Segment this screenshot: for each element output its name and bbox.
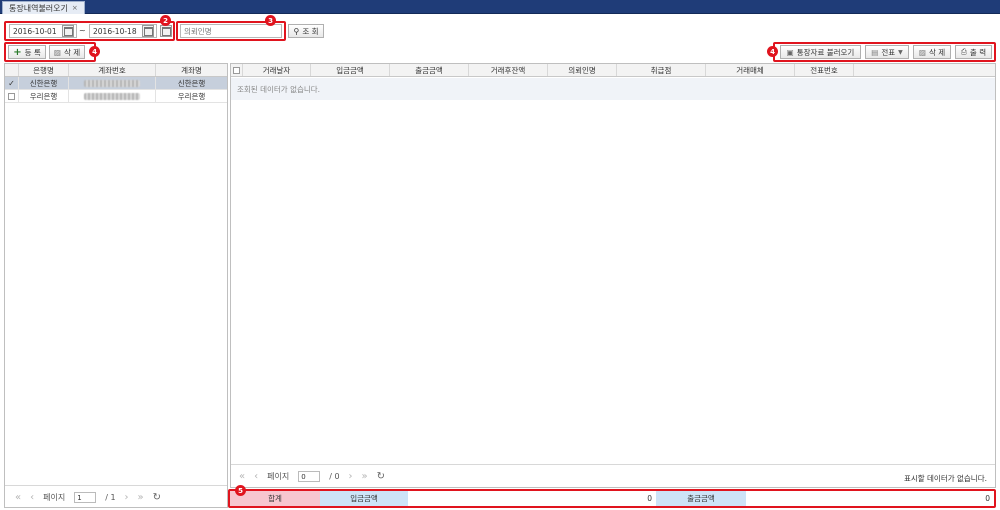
add-button[interactable]: + 등 록 xyxy=(8,45,46,59)
header-deposit: 입금금액 xyxy=(311,64,390,76)
summary-bar: 합계 입금금액 0 출금금액 0 xyxy=(228,489,996,508)
import-button-label: 통장자료 불러오기 xyxy=(796,47,855,57)
withdraw-total: 0 xyxy=(985,494,990,503)
import-icon: ▣ xyxy=(786,47,794,57)
pager-divider xyxy=(231,464,995,465)
account-number-blurred xyxy=(69,90,156,102)
chevron-down-icon: ▼ xyxy=(898,48,903,56)
transaction-panel: 거래날자 입금금액 출금금액 거래후잔액 의뢰인명 취급점 거래매체 전표번호 … xyxy=(230,63,996,488)
first-page-icon[interactable]: « xyxy=(15,492,21,503)
next-page-icon[interactable]: › xyxy=(125,492,129,503)
pager-label: 페이지 xyxy=(43,493,66,502)
print-button[interactable]: ⎙ 출 력 xyxy=(955,45,992,59)
badge-5: 5 xyxy=(235,485,246,496)
bank-cell: 우리은행 xyxy=(19,90,69,102)
left-pager: « ‹ 페이지 / 1 › » ↻ xyxy=(15,492,161,503)
header-branch: 취급점 xyxy=(617,64,706,76)
search-button-label: 조 회 xyxy=(302,26,319,36)
date-separator: ~ xyxy=(79,26,86,35)
search-button[interactable]: ⚲ 조 회 xyxy=(288,24,324,38)
header-date: 거래날자 xyxy=(243,64,311,76)
badge-4-right: 4 xyxy=(767,46,778,57)
delete-tx-button[interactable]: ▨ 삭 제 xyxy=(913,45,951,59)
withdraw-label: 출금금액 xyxy=(656,491,746,506)
prev-page-icon[interactable]: ‹ xyxy=(30,492,34,503)
search-icon: ⚲ xyxy=(293,26,300,36)
requester-input[interactable] xyxy=(180,24,282,38)
trash-icon: ▨ xyxy=(918,47,926,57)
first-page-icon[interactable]: « xyxy=(239,471,245,482)
import-statement-button[interactable]: ▣ 통장자료 불러오기 xyxy=(780,45,861,59)
badge-3: 3 xyxy=(265,15,276,26)
table-row[interactable]: 우리은행 우리은행 xyxy=(5,90,227,103)
refresh-icon[interactable]: ↻ xyxy=(377,471,385,482)
trash-icon: ▨ xyxy=(53,47,61,57)
account-name-cell: 신한은행 xyxy=(177,78,206,88)
row-checkbox[interactable]: ✓ xyxy=(5,77,19,89)
bank-table-header: 은행명 계좌번호 계좌명 xyxy=(5,64,227,77)
date-to-value: 2016-10-18 xyxy=(93,26,137,36)
app-window: 통장내역불러오기 × 2016-10-01 ~ 2016-10-18 2 3 ⚲… xyxy=(0,0,1000,510)
pager-total: / 0 xyxy=(329,472,340,481)
deposit-total: 0 xyxy=(647,494,652,503)
header-balance: 거래후잔액 xyxy=(469,64,548,76)
header-filler xyxy=(854,64,995,76)
delete-bank-label: 삭 제 xyxy=(63,47,81,57)
next-page-icon[interactable]: › xyxy=(349,471,353,482)
page-input[interactable] xyxy=(74,492,97,503)
tx-table-header: 거래날자 입금금액 출금금액 거래후잔액 의뢰인명 취급점 거래매체 전표번호 xyxy=(231,64,995,77)
voucher-label: 전표 xyxy=(881,47,896,57)
pager-label: 페이지 xyxy=(267,472,290,481)
tab-bank-import[interactable]: 통장내역불러오기 × xyxy=(2,1,85,14)
refresh-icon[interactable]: ↻ xyxy=(153,492,161,503)
row-checkbox[interactable] xyxy=(5,90,19,102)
date-from-value: 2016-10-01 xyxy=(13,26,57,36)
empty-row: 조회된 데이터가 없습니다. xyxy=(231,78,995,100)
add-button-label: 등 록 xyxy=(24,47,41,57)
bank-cell: 신한은행 xyxy=(19,77,69,89)
pager-divider xyxy=(5,485,227,486)
header-bank: 은행명 xyxy=(19,64,69,76)
last-page-icon[interactable]: » xyxy=(362,471,368,482)
header-voucher-no: 전표번호 xyxy=(795,64,854,76)
header-requester: 의뢰인명 xyxy=(548,64,617,76)
header-check-cell xyxy=(5,64,19,76)
voucher-dropdown[interactable]: ▤ 전표 ▼ xyxy=(865,45,909,59)
tab-label: 통장내역불러오기 xyxy=(9,3,68,13)
header-channel: 거래매체 xyxy=(706,64,795,76)
header-withdraw: 출금금액 xyxy=(390,64,469,76)
right-pager: « ‹ 페이지 / 0 › » ↻ xyxy=(239,471,385,482)
table-row[interactable]: ✓ 신한은행 신한은행 xyxy=(5,77,227,90)
pager-status: 표시할 데이터가 없습니다. xyxy=(903,474,987,483)
tab-bar: 통장내역불러오기 × xyxy=(0,0,1000,14)
print-button-label: 출 력 xyxy=(969,47,987,57)
calendar-icon[interactable] xyxy=(62,25,74,37)
pager-total: / 1 xyxy=(105,493,116,502)
header-account-name: 계좌명 xyxy=(181,65,202,75)
plus-icon: + xyxy=(13,46,22,58)
bank-list-panel: 은행명 계좌번호 계좌명 ✓ 신한은행 신한은행 우리은행 우리은행 « ‹ 페… xyxy=(4,63,228,508)
delete-bank-button[interactable]: ▨ 삭 제 xyxy=(49,45,85,59)
badge-2: 2 xyxy=(160,15,171,26)
printer-icon: ⎙ xyxy=(960,47,967,56)
account-name-cell: 우리은행 xyxy=(177,91,206,101)
calendar-icon[interactable] xyxy=(142,25,154,37)
deposit-label: 입금금액 xyxy=(320,491,408,506)
header-account-no: 계좌번호 xyxy=(69,64,156,76)
close-icon[interactable]: × xyxy=(72,4,78,12)
delete-tx-label: 삭 제 xyxy=(928,47,946,57)
page-input[interactable] xyxy=(298,471,321,482)
badge-4-left: 4 xyxy=(89,46,100,57)
header-select-all[interactable] xyxy=(231,64,243,76)
document-icon: ▤ xyxy=(871,47,879,57)
prev-page-icon[interactable]: ‹ xyxy=(254,471,258,482)
calendar-picker-icon[interactable] xyxy=(160,25,172,37)
check-icon: ✓ xyxy=(8,78,15,88)
account-number-blurred xyxy=(69,77,156,89)
empty-message: 조회된 데이터가 없습니다. xyxy=(237,85,321,94)
last-page-icon[interactable]: » xyxy=(138,492,144,503)
